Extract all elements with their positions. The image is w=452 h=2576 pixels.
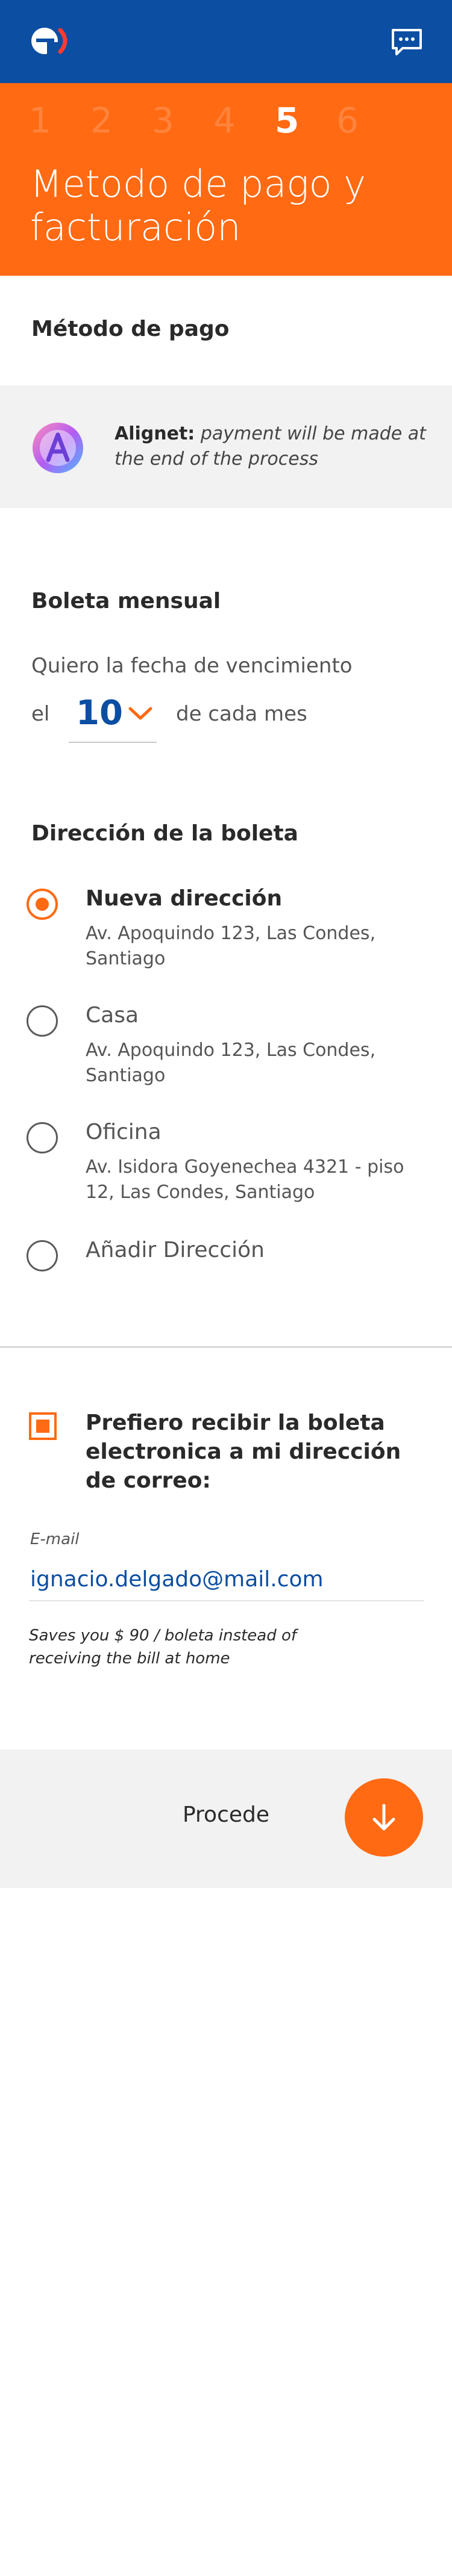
add-address-label: Añadir Dirección [86,1238,265,1262]
step-hero: 1 2 3 4 5 6 Metodo de pago y facturación [0,83,452,276]
arrow-down-icon [372,1804,395,1831]
radio-unselected[interactable] [27,1122,58,1153]
address-option-detail: Av. Apoquindo 123, Las Condes, Santiago [86,1040,376,1086]
step-4: 4 [213,100,236,141]
address-option-label: Nueva dirección [86,886,283,911]
savings-note: Saves you $ 90 / boleta instead of recei… [29,1627,297,1668]
page-title: Metodo de pago y facturación [30,162,366,249]
day-suffix: de cada mes [176,702,307,726]
proceed-button[interactable] [345,1778,423,1857]
radio-unselected[interactable] [27,1240,58,1271]
payment-method-card: Alignet: payment will be made at the end… [0,385,452,508]
address-section-title: Dirección de la boleta [31,821,298,846]
ebill-checkbox[interactable] [29,1412,57,1440]
chat-bubble-icon[interactable] [389,26,424,58]
due-day-select[interactable]: 10 [69,689,157,743]
step-5-active: 5 [275,100,300,141]
section-divider [0,1346,452,1348]
ebill-checkbox-label[interactable]: Prefiero recibir la boleta electronica a… [86,1409,411,1495]
address-option-nueva[interactable]: Nueva dirección Av. Apoquindo 123, Las C… [27,886,436,970]
address-option-label: Oficina [86,1120,162,1144]
payment-section-title: Método de pago [31,317,230,341]
address-option-detail: Av. Isidora Goyenechea 4321 - piso 12, L… [86,1156,404,1203]
due-day-value: 10 [76,694,123,733]
day-prefix: el [31,702,50,726]
due-date-prompt: Quiero la fecha de vencimiento [31,654,353,678]
address-option-casa[interactable]: Casa Av. Apoquindo 123, Las Condes, Sant… [27,1003,436,1087]
entel-logo-icon[interactable] [29,24,72,58]
payment-provider-text: Alignet: payment will be made at the end… [115,421,428,472]
billing-section-title: Boleta mensual [31,589,221,613]
add-address-option[interactable]: Añadir Dirección [27,1238,436,1276]
top-bar [0,0,452,83]
radio-unselected[interactable] [27,1005,58,1037]
step-6: 6 [336,100,359,141]
step-2: 2 [90,100,113,141]
step-1: 1 [29,100,51,141]
alignet-icon [33,423,83,473]
step-indicator: 1 2 3 4 5 6 [29,101,398,140]
radio-selected[interactable] [27,889,58,920]
email-field[interactable] [29,1558,424,1601]
address-option-oficina[interactable]: Oficina Av. Isidora Goyenechea 4321 - pi… [27,1120,436,1204]
proceed-bar: Procede [0,1749,452,1888]
provider-name: Alignet: [115,423,195,444]
step-3: 3 [152,100,174,141]
address-option-detail: Av. Apoquindo 123, Las Condes, Santiago [86,923,376,969]
chevron-down-icon [128,707,152,720]
email-field-label: E-mail [30,1530,80,1548]
address-option-label: Casa [86,1003,139,1028]
